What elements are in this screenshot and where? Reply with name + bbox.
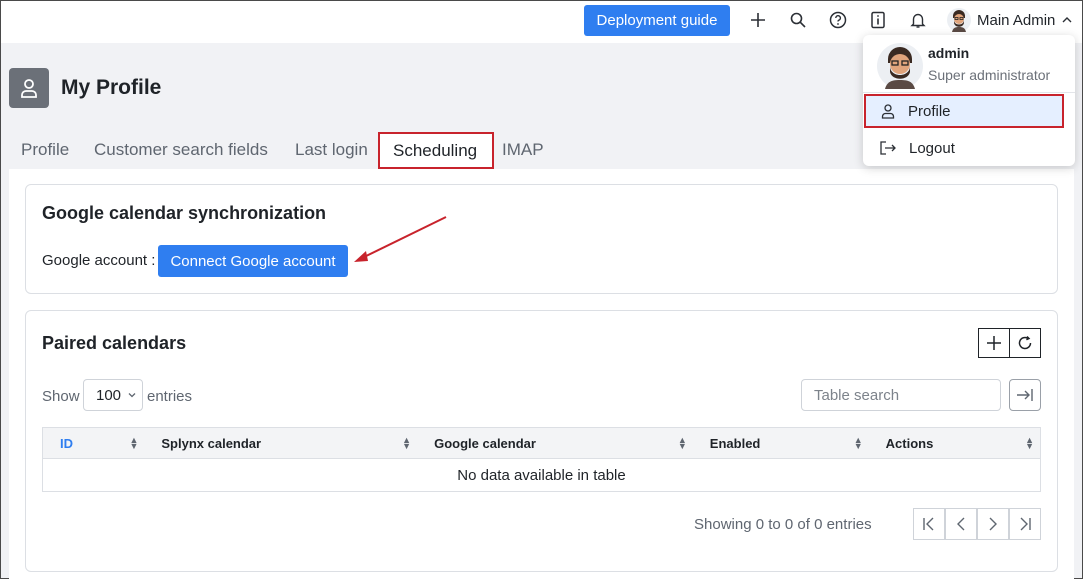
column-header-google-calendar[interactable]: Google calendar ▲ ▼ [417, 427, 693, 459]
help-icon[interactable] [827, 9, 849, 31]
sort-icon: ▲ ▼ [402, 435, 412, 451]
deployment-guide-button[interactable]: Deployment guide [584, 5, 730, 36]
table-row: No data available in table [42, 458, 1041, 492]
last-page-icon [1020, 517, 1031, 531]
previous-page-button[interactable] [945, 508, 977, 540]
entries-select[interactable]: 100 [83, 379, 143, 411]
user-icon [9, 68, 49, 108]
google-sync-card [25, 184, 1058, 294]
next-page-button[interactable] [977, 508, 1009, 540]
dropdown-item-profile[interactable]: Profile [864, 94, 1064, 128]
column-header-id[interactable]: ID ▲ ▼ [42, 427, 145, 459]
connect-google-account-button[interactable]: Connect Google account [158, 245, 348, 277]
bell-icon[interactable] [907, 9, 929, 31]
add-calendar-button[interactable] [978, 328, 1010, 358]
export-icon [1017, 389, 1033, 401]
column-header-enabled[interactable]: Enabled ▲ ▼ [692, 427, 869, 459]
plus-icon [987, 336, 1001, 350]
paired-calendars-title: Paired calendars [42, 333, 187, 353]
user-menu[interactable]: Main Admin [947, 7, 1073, 33]
chevron-right-icon [989, 517, 997, 531]
divider [863, 92, 1075, 93]
refresh-icon [1018, 335, 1032, 350]
sort-icon: ▲ ▼ [853, 435, 863, 451]
search-icon[interactable] [787, 9, 809, 31]
dropdown-item-logout[interactable]: Logout [865, 131, 1065, 165]
page-title: My Profile [61, 76, 162, 99]
google-account-label: Google account : [42, 252, 156, 269]
sort-icon: ▲ ▼ [129, 435, 139, 451]
empty-table-message: No data available in table [42, 458, 1041, 492]
tab-last-login[interactable]: Last login [295, 132, 368, 168]
last-page-button[interactable] [1009, 508, 1041, 540]
chevron-left-icon [957, 517, 965, 531]
show-label: Show [42, 388, 80, 405]
user-dropdown: admin Super administrator Profile Logout [863, 35, 1075, 166]
logout-icon [880, 141, 896, 155]
paired-calendars-table: ID ▲ ▼ Splynx calendar ▲ ▼ Google calendar ▲ ▼… [42, 427, 1041, 492]
tab-profile[interactable]: Profile [21, 132, 69, 168]
dropdown-user-role: Super administrator [928, 67, 1051, 83]
sort-icon: ▲ ▼ [677, 435, 687, 451]
entries-label: entries [147, 388, 193, 405]
dropdown-item-label: Profile [908, 102, 951, 120]
chevron-down-icon [128, 393, 136, 398]
export-button[interactable] [1009, 379, 1041, 411]
table-search-input[interactable] [801, 379, 1001, 411]
column-header-splynx-calendar[interactable]: Splynx calendar ▲ ▼ [144, 427, 418, 459]
plus-icon[interactable] [747, 9, 769, 31]
user-name: Main Admin [977, 11, 1056, 29]
info-icon[interactable] [867, 9, 889, 31]
dropdown-item-label: Logout [909, 139, 955, 157]
google-sync-title: Google calendar synchronization [42, 203, 327, 223]
tab-imap[interactable]: IMAP [502, 132, 544, 168]
entries-value: 100 [96, 386, 122, 404]
tab-scheduling[interactable]: Scheduling [378, 132, 494, 169]
chevron-up-icon [1062, 17, 1072, 23]
first-page-button[interactable] [913, 508, 945, 540]
sort-icon: ▲ ▼ [1025, 435, 1034, 451]
tab-customer-search-fields[interactable]: Customer search fields [94, 132, 268, 168]
first-page-icon [923, 517, 934, 531]
dropdown-user-name: admin [928, 45, 970, 61]
annotation-arrow-icon [354, 216, 447, 262]
column-header-actions[interactable]: Actions ▲ ▼ [868, 427, 1041, 459]
table-info: Showing 0 to 0 of 0 entries [694, 516, 872, 533]
refresh-button[interactable] [1009, 328, 1041, 358]
avatar [947, 8, 971, 32]
avatar [877, 43, 923, 89]
user-icon [881, 104, 895, 119]
